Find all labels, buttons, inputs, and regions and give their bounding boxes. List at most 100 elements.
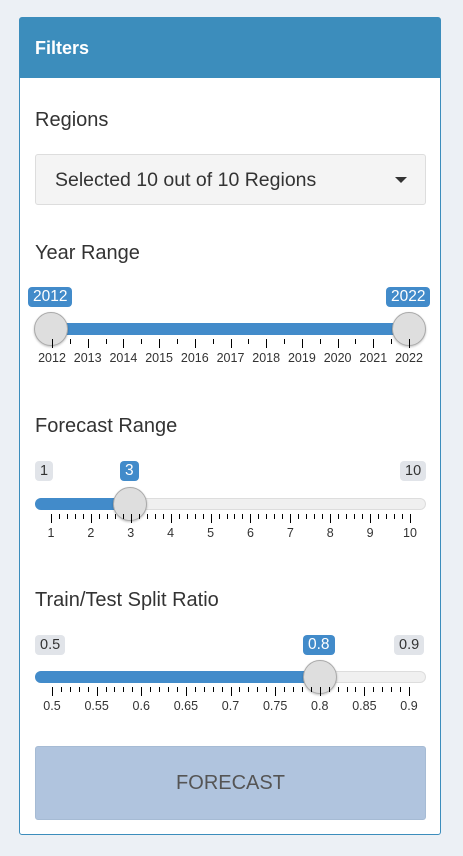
tick-label: 0.5 <box>43 699 61 713</box>
minor-tick-mark <box>226 514 228 519</box>
forecast-min-bubble: 1 <box>35 461 54 481</box>
tick-mark <box>290 514 292 523</box>
minor-tick-mark <box>266 687 268 692</box>
tick-mark <box>370 514 372 523</box>
minor-tick-mark <box>301 687 303 692</box>
minor-tick-mark <box>178 514 180 519</box>
forecast-value-bubble: 3 <box>120 461 139 481</box>
minor-tick-mark <box>212 687 214 692</box>
minor-tick-mark <box>66 514 68 519</box>
minor-tick-mark <box>284 687 286 692</box>
minor-tick-mark <box>114 687 116 692</box>
minor-tick-mark <box>162 514 164 519</box>
minor-tick-mark <box>362 514 364 519</box>
tick-label: 3 <box>127 526 135 540</box>
minor-tick-mark <box>221 687 223 692</box>
tick-mark <box>141 687 143 696</box>
minor-tick-mark <box>69 339 71 344</box>
split-value-bubble: 0.8 <box>303 635 335 655</box>
minor-tick-mark <box>391 339 393 344</box>
tick-label: 2020 <box>323 351 352 365</box>
minor-tick-mark <box>266 514 268 519</box>
minor-tick-mark <box>257 687 259 692</box>
minor-tick-mark <box>141 339 143 344</box>
minor-tick-mark <box>242 514 244 519</box>
tick-label: 2022 <box>395 351 423 365</box>
tick-mark <box>364 687 366 696</box>
tick-mark <box>410 514 411 523</box>
minor-tick-mark <box>82 514 84 519</box>
tick-label: 2014 <box>109 351 138 365</box>
tick-label: 2018 <box>252 351 281 365</box>
minor-tick-mark <box>105 687 107 692</box>
tick-label: 2015 <box>145 351 173 365</box>
tick-mark <box>130 514 132 523</box>
minor-tick-mark <box>298 514 300 519</box>
tick-label: 7 <box>286 526 294 540</box>
minor-tick-mark <box>114 514 116 519</box>
year-from-bubble: 2012 <box>28 287 73 307</box>
tick-mark <box>409 687 410 696</box>
minor-tick-mark <box>176 339 178 344</box>
tick-mark <box>170 514 172 523</box>
minor-tick-mark <box>274 514 276 519</box>
split-ratio-label: Train/Test Split Ratio <box>35 589 219 611</box>
regions-label: Regions <box>35 109 109 131</box>
tick-label: 2012 <box>38 351 66 365</box>
tick-label: 1 <box>47 526 55 540</box>
tick-label: 0.55 <box>84 699 109 713</box>
minor-tick-mark <box>282 514 284 519</box>
year-range-label: Year Range <box>35 242 140 264</box>
panel-title: Filters <box>20 18 440 78</box>
year-from-handle[interactable] <box>34 312 68 346</box>
minor-tick-mark <box>310 687 312 692</box>
minor-tick-mark <box>319 339 321 344</box>
tick-mark <box>301 339 303 348</box>
tick-mark <box>330 514 332 523</box>
tick-label: 0.6 <box>132 699 150 713</box>
tick-mark <box>337 339 339 348</box>
minor-tick-mark <box>239 687 241 692</box>
minor-tick-mark <box>337 687 339 692</box>
minor-tick-mark <box>150 687 152 692</box>
minor-tick-mark <box>292 687 294 692</box>
year-to-bubble: 2022 <box>386 287 431 307</box>
minor-tick-mark <box>248 339 250 344</box>
tick-mark <box>90 514 92 523</box>
regions-selected-text: Selected 10 out of 10 Regions <box>55 169 317 191</box>
tick-label: 6 <box>246 526 254 540</box>
minor-tick-mark <box>106 514 108 519</box>
tick-mark <box>87 339 89 348</box>
tick-mark <box>230 687 232 696</box>
tick-mark <box>210 514 212 523</box>
minor-tick-mark <box>258 514 260 519</box>
tick-mark <box>194 339 196 348</box>
minor-tick-mark <box>338 514 340 519</box>
tick-mark <box>52 339 53 348</box>
minor-tick-mark <box>346 514 348 519</box>
minor-tick-mark <box>176 687 178 692</box>
minor-tick-mark <box>202 514 204 519</box>
tick-label: 2021 <box>359 351 388 365</box>
minor-tick-mark <box>355 687 357 692</box>
minor-tick-mark <box>373 687 375 692</box>
tick-label: 0.65 <box>173 699 199 713</box>
minor-tick-mark <box>87 687 89 692</box>
minor-tick-mark <box>391 687 393 692</box>
minor-tick-mark <box>98 514 100 519</box>
minor-tick-mark <box>58 514 60 519</box>
minor-tick-mark <box>194 514 196 519</box>
minor-tick-mark <box>123 687 125 692</box>
tick-mark <box>230 339 232 348</box>
regions-dropdown[interactable]: Selected 10 out of 10 Regions <box>35 154 426 205</box>
tick-label: 2019 <box>287 351 316 365</box>
forecast-button[interactable]: FORECAST <box>35 746 426 820</box>
split-min-bubble: 0.5 <box>35 635 66 655</box>
split-max-bubble: 0.9 <box>394 635 425 655</box>
minor-tick-mark <box>168 687 170 692</box>
minor-tick-mark <box>132 687 134 692</box>
tick-label: 4 <box>167 526 175 540</box>
tick-label: 10 <box>403 526 417 540</box>
minor-tick-mark <box>402 514 404 519</box>
tick-label: 2 <box>87 526 95 540</box>
